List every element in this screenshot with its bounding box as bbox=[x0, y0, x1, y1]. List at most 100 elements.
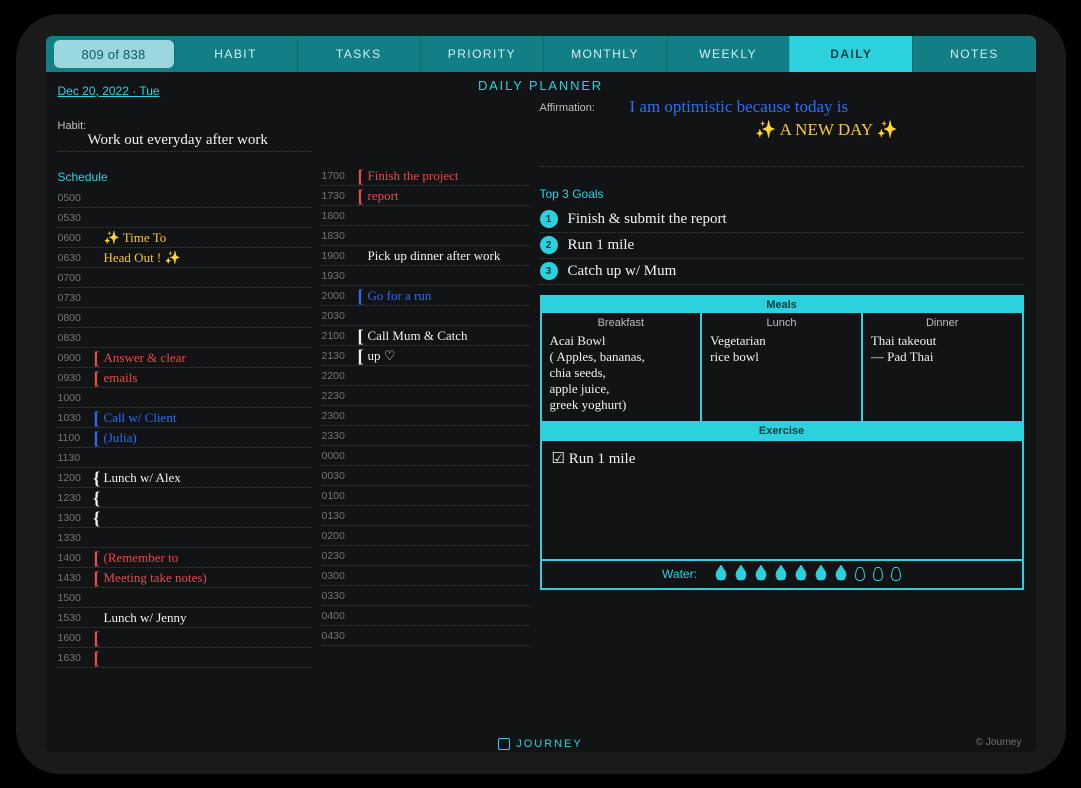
water-drop-icon[interactable] bbox=[855, 567, 865, 581]
schedule-time: 2230 bbox=[322, 390, 356, 402]
schedule-row[interactable]: 1400[(Remember to bbox=[58, 548, 312, 568]
schedule-row[interactable]: 1630[ bbox=[58, 648, 312, 668]
schedule-row[interactable]: 1300{ bbox=[58, 508, 312, 528]
tab-bar: 809 of 838 HABIT TASKS PRIORITY MONTHLY … bbox=[46, 36, 1036, 72]
schedule-row[interactable]: 1230{ bbox=[58, 488, 312, 508]
schedule-time: 0830 bbox=[58, 332, 92, 344]
column-mid: 1700[Finish the project1730[report1800 18… bbox=[322, 78, 530, 750]
goal-text: Finish & submit the report bbox=[568, 211, 727, 228]
schedule-row[interactable]: 1200{Lunch w/ Alex bbox=[58, 468, 312, 488]
schedule-row[interactable]: 2000[Go for a run bbox=[322, 286, 530, 306]
water-drop-icon[interactable] bbox=[835, 565, 847, 581]
affirmation-text[interactable]: I am optimistic because today is ✨ A NEW… bbox=[630, 96, 1024, 141]
schedule-time: 0800 bbox=[58, 312, 92, 324]
schedule-row[interactable]: 1800 bbox=[322, 206, 530, 226]
goal-row[interactable]: 2Run 1 mile bbox=[540, 233, 1024, 259]
copyright: © Journey bbox=[976, 737, 1022, 748]
schedule-row[interactable]: 1030[Call w/ Client bbox=[58, 408, 312, 428]
schedule-row[interactable]: 0230 bbox=[322, 546, 530, 566]
water-drop-icon[interactable] bbox=[795, 565, 807, 581]
meal-lunch[interactable]: Lunch Vegetarian rice bowl bbox=[702, 313, 863, 421]
schedule-entry: Answer & clear bbox=[102, 351, 312, 364]
schedule-row[interactable]: 2230 bbox=[322, 386, 530, 406]
schedule-row[interactable]: 0300 bbox=[322, 566, 530, 586]
schedule-row[interactable]: 1900Pick up dinner after work bbox=[322, 246, 530, 266]
schedule-row[interactable]: 0600✨ Time To bbox=[58, 228, 312, 248]
schedule-row[interactable]: 0100 bbox=[322, 486, 530, 506]
meal-dinner[interactable]: Dinner Thai takeout — Pad Thai bbox=[863, 313, 1022, 421]
goals-list: 1Finish & submit the report2Run 1 mile3C… bbox=[540, 207, 1024, 285]
water-drop-icon[interactable] bbox=[755, 565, 767, 581]
exercise-field[interactable]: ☑ Run 1 mile bbox=[542, 439, 1022, 559]
schedule-row[interactable]: 0030 bbox=[322, 466, 530, 486]
water-drop-icon[interactable] bbox=[735, 565, 747, 581]
schedule-row[interactable]: 0700 bbox=[58, 268, 312, 288]
schedule-row[interactable]: 0330 bbox=[322, 586, 530, 606]
schedule-row[interactable]: 1930 bbox=[322, 266, 530, 286]
water-drop-icon[interactable] bbox=[891, 567, 901, 581]
water-drop-icon[interactable] bbox=[775, 565, 787, 581]
schedule-time: 0600 bbox=[58, 232, 92, 244]
schedule-time: 0530 bbox=[58, 212, 92, 224]
schedule-row[interactable]: 1830 bbox=[322, 226, 530, 246]
schedule-time: 0500 bbox=[58, 192, 92, 204]
schedule-row[interactable]: 1500 bbox=[58, 588, 312, 608]
schedule-row[interactable]: 0000 bbox=[322, 446, 530, 466]
schedule-row[interactable]: 1530Lunch w/ Jenny bbox=[58, 608, 312, 628]
schedule-row[interactable]: 1430[Meeting take notes) bbox=[58, 568, 312, 588]
meal-lunch-text: Vegetarian rice bowl bbox=[710, 333, 853, 365]
schedule-row[interactable]: 0200 bbox=[322, 526, 530, 546]
schedule-row[interactable]: 0400 bbox=[322, 606, 530, 626]
meal-breakfast[interactable]: Breakfast Acai Bowl ( Apples, bananas, c… bbox=[542, 313, 703, 421]
journey-logo-icon bbox=[498, 738, 510, 750]
habit-field[interactable]: Work out everyday after work bbox=[58, 132, 312, 152]
schedule-entry: Meeting take notes) bbox=[102, 571, 312, 584]
schedule-row[interactable]: 2330 bbox=[322, 426, 530, 446]
schedule-row[interactable]: 0530 bbox=[58, 208, 312, 228]
schedule-time: 1430 bbox=[58, 572, 92, 584]
tab-monthly[interactable]: MONTHLY bbox=[543, 36, 666, 72]
schedule-row[interactable]: 1330 bbox=[58, 528, 312, 548]
schedule-time: 1830 bbox=[322, 230, 356, 242]
schedule-time: 1900 bbox=[322, 250, 356, 262]
schedule-time: 0100 bbox=[322, 490, 356, 502]
schedule-row[interactable]: 1600[ bbox=[58, 628, 312, 648]
schedule-row[interactable]: 2200 bbox=[322, 366, 530, 386]
schedule-row[interactable]: 0630 Head Out ! ✨ bbox=[58, 248, 312, 268]
schedule-row[interactable]: 1000 bbox=[58, 388, 312, 408]
schedule-row[interactable]: 1730[report bbox=[322, 186, 530, 206]
affirmation-label: Affirmation: bbox=[540, 102, 595, 114]
schedule-row[interactable]: 0900[Answer & clear bbox=[58, 348, 312, 368]
tab-weekly[interactable]: WEEKLY bbox=[666, 36, 789, 72]
date-link[interactable]: Dec 20, 2022 · Tue bbox=[58, 84, 160, 98]
schedule-row[interactable]: 1100[(Julia) bbox=[58, 428, 312, 448]
tab-notes[interactable]: NOTES bbox=[912, 36, 1035, 72]
schedule-time: 1630 bbox=[58, 652, 92, 664]
schedule-time: 1530 bbox=[58, 612, 92, 624]
schedule-row[interactable]: 0130 bbox=[322, 506, 530, 526]
schedule-row[interactable]: 2100[Call Mum & Catch bbox=[322, 326, 530, 346]
tab-daily[interactable]: DAILY bbox=[789, 36, 912, 72]
schedule-row[interactable]: 0430 bbox=[322, 626, 530, 646]
schedule-row[interactable]: 0500 bbox=[58, 188, 312, 208]
goal-row[interactable]: 3Catch up w/ Mum bbox=[540, 259, 1024, 285]
schedule-row[interactable]: 0730 bbox=[58, 288, 312, 308]
schedule-row[interactable]: 0830 bbox=[58, 328, 312, 348]
content: DAILY PLANNER Dec 20, 2022 · Tue Habit: … bbox=[46, 72, 1036, 752]
tab-habit[interactable]: HABIT bbox=[174, 36, 297, 72]
schedule-row[interactable]: 1700[Finish the project bbox=[322, 166, 530, 186]
schedule-row[interactable]: 2130[up ♡ bbox=[322, 346, 530, 366]
schedule-time: 0630 bbox=[58, 252, 92, 264]
water-drop-icon[interactable] bbox=[815, 565, 827, 581]
tab-tasks[interactable]: TASKS bbox=[297, 36, 420, 72]
tab-priority[interactable]: PRIORITY bbox=[420, 36, 543, 72]
affirmation-line1: I am optimistic because today is bbox=[630, 97, 849, 116]
schedule-row[interactable]: 2030 bbox=[322, 306, 530, 326]
goal-row[interactable]: 1Finish & submit the report bbox=[540, 207, 1024, 233]
water-drop-icon[interactable] bbox=[715, 565, 727, 581]
schedule-row[interactable]: 0800 bbox=[58, 308, 312, 328]
schedule-row[interactable]: 0930[emails bbox=[58, 368, 312, 388]
schedule-row[interactable]: 1130 bbox=[58, 448, 312, 468]
water-drop-icon[interactable] bbox=[873, 567, 883, 581]
schedule-row[interactable]: 2300 bbox=[322, 406, 530, 426]
